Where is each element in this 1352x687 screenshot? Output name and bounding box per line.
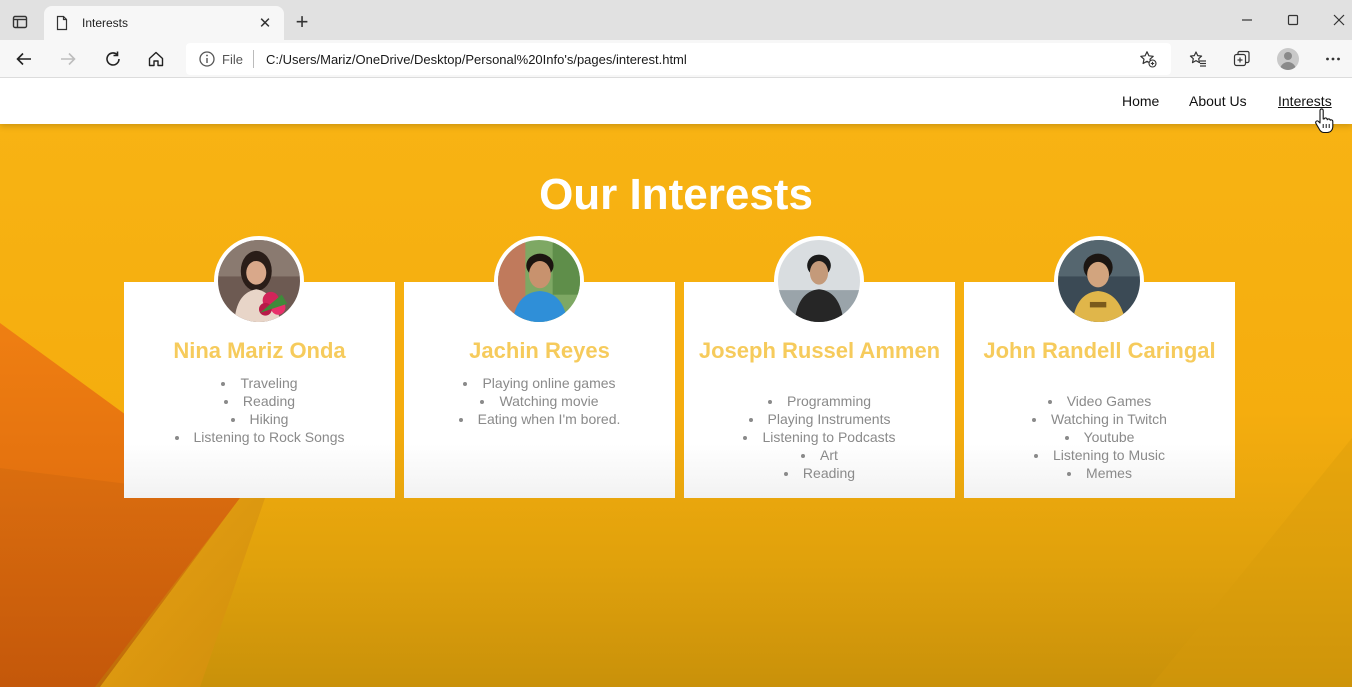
hand-pointer-cursor-icon [1315,108,1334,134]
member-name: John Randell Caringal [983,338,1216,363]
member-photo [494,236,584,326]
tab-close-icon[interactable]: ✕ [256,14,274,32]
interest-item: Listening to Podcasts [684,428,955,446]
address-file-label: File [222,51,243,67]
nav-link-about-us[interactable]: About Us [1189,93,1247,109]
interest-list: Traveling Reading Hiking Listening to Ro… [124,374,395,446]
info-icon[interactable] [198,50,216,68]
nav-link-home[interactable]: Home [1122,93,1159,109]
member-photo [1054,236,1144,326]
member-photo [214,236,304,326]
browser-tab-strip: Interests ✕ + [0,0,1352,40]
refresh-icon[interactable] [100,46,126,72]
home-icon[interactable] [143,46,169,72]
minimize-icon[interactable] [1235,8,1259,32]
interest-item: Listening to Rock Songs [124,428,395,446]
collections-icon[interactable] [1229,46,1255,72]
member-photo [774,236,864,326]
address-bar[interactable]: File C:/Users/Mariz/OneDrive/Desktop/Per… [186,43,1171,75]
more-menu-icon[interactable] [1320,46,1346,72]
interest-item: Memes [964,464,1235,482]
close-window-icon[interactable] [1327,8,1351,32]
forward-icon[interactable] [55,46,81,72]
interest-item: Listening to Music [964,446,1235,464]
interest-item: Watching movie [404,392,675,410]
favorites-icon[interactable] [1185,46,1211,72]
back-icon[interactable] [11,46,37,72]
interest-item: Eating when I'm bored. [404,410,675,428]
profile-avatar-icon[interactable] [1275,46,1301,72]
nav-link-interests[interactable]: Interests [1278,93,1332,109]
page-icon [54,15,70,31]
member-name: Joseph Russel Ammen [698,338,941,363]
page-heading: Our Interests [539,170,813,219]
interest-list: Playing online games Watching movie Eati… [404,374,675,428]
browser-toolbar: File C:/Users/Mariz/OneDrive/Desktop/Per… [0,40,1352,78]
browser-tab[interactable]: Interests ✕ [44,6,284,40]
interest-item: Reading [124,392,395,410]
tab-title: Interests [82,16,129,30]
interest-list: Video Games Watching in Twitch Youtube L… [964,392,1235,482]
tab-actions-icon[interactable] [8,10,32,34]
interest-item: Youtube [964,428,1235,446]
new-tab-icon[interactable]: + [291,11,313,33]
maximize-icon[interactable] [1281,8,1305,32]
interest-item: Reading [684,464,955,482]
interest-item: Watching in Twitch [964,410,1235,428]
page-viewport: Home About Us Interests Our Interests Ni… [0,78,1352,687]
address-url[interactable]: C:/Users/Mariz/OneDrive/Desktop/Personal… [266,52,1137,67]
address-separator [252,50,254,68]
site-navbar: Home About Us Interests [0,78,1352,124]
interest-item: Art [684,446,955,464]
add-favorite-icon[interactable] [1137,48,1159,70]
interest-item: Hiking [124,410,395,428]
interest-item: Programming [684,392,955,410]
member-name: Nina Mariz Onda [173,338,346,363]
interest-item: Playing online games [404,374,675,392]
interest-item: Traveling [124,374,395,392]
interest-item: Playing Instruments [684,410,955,428]
interest-item: Video Games [964,392,1235,410]
member-name: Jachin Reyes [469,338,610,363]
interest-list: Programming Playing Instruments Listenin… [684,392,955,482]
